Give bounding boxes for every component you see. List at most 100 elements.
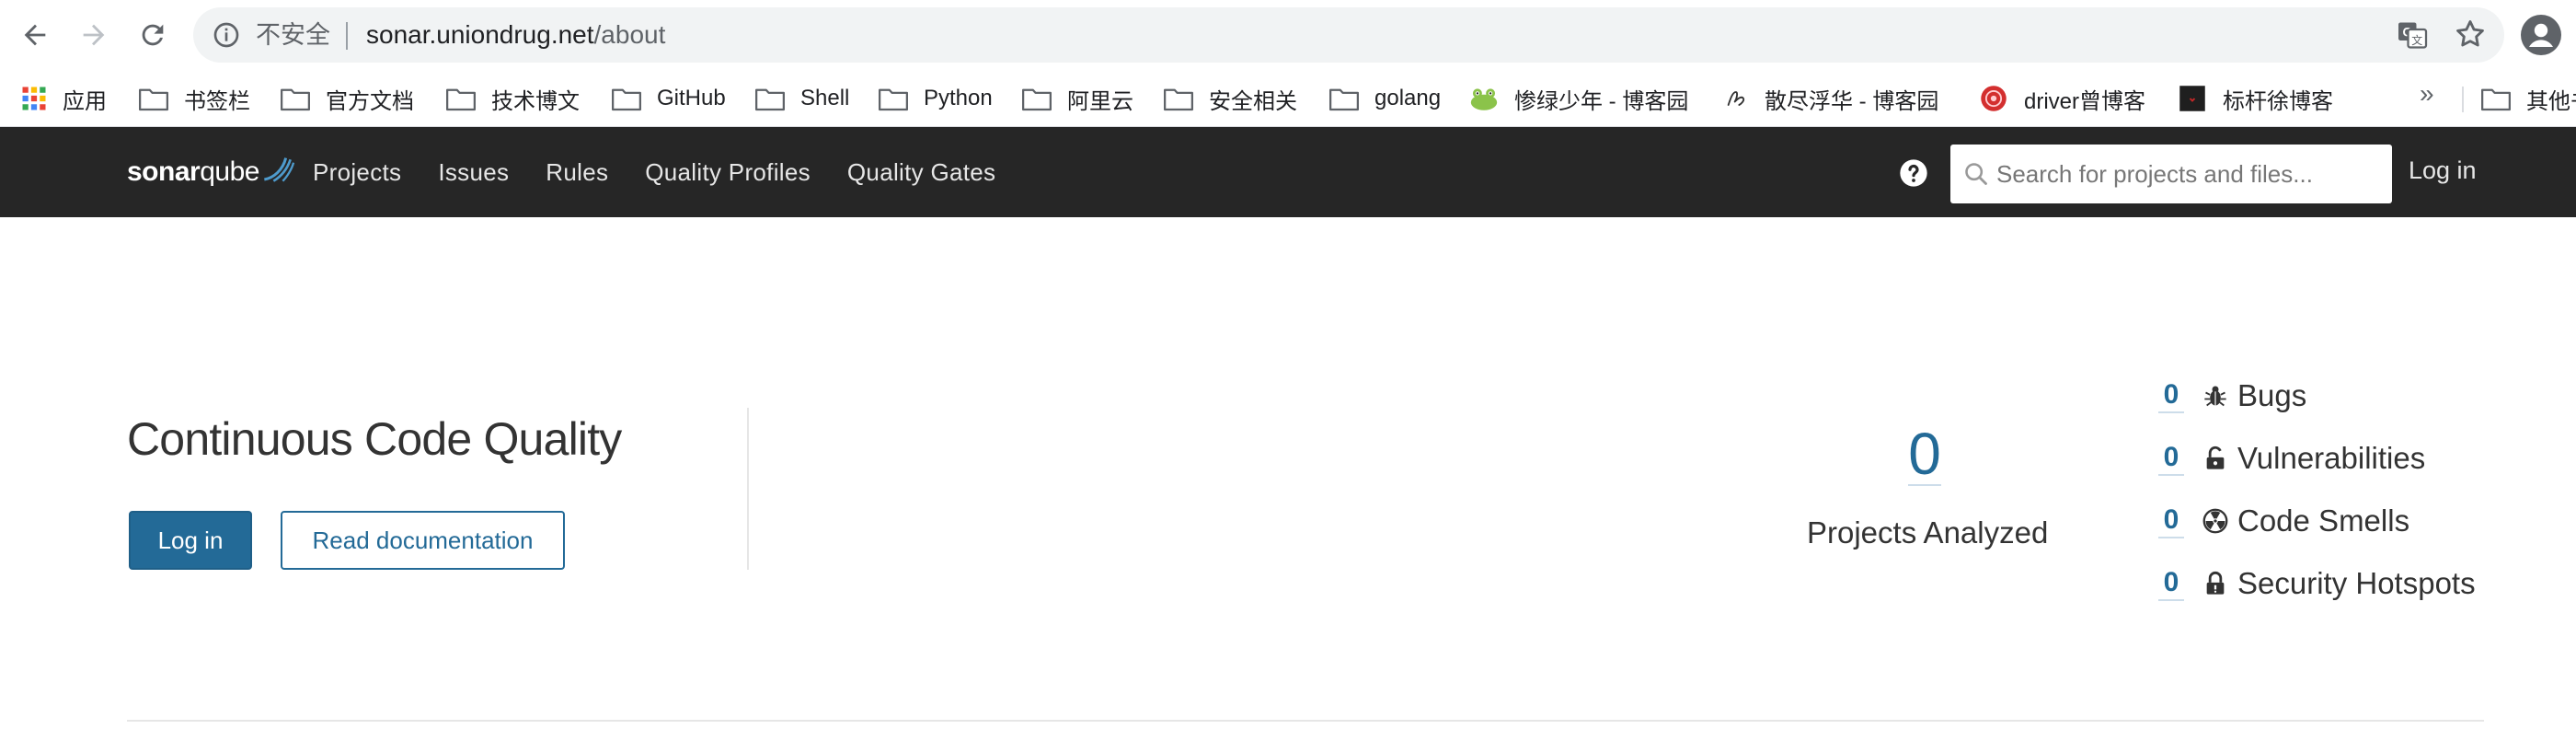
profile-avatar-icon[interactable]	[2519, 13, 2563, 57]
menu-quality-gates[interactable]: Quality Gates	[847, 158, 995, 187]
folder-icon	[2480, 88, 2512, 111]
logo-text-bold: qube	[200, 156, 259, 187]
login-button[interactable]: Log in	[129, 511, 252, 570]
dark-square-favicon	[2179, 86, 2205, 111]
translate-icon[interactable]: G文	[2396, 18, 2429, 52]
code-smells-count[interactable]: 0	[2158, 503, 2184, 538]
menu-projects[interactable]: Projects	[313, 158, 401, 187]
bookmark-site[interactable]: driver曾博客	[1978, 81, 2145, 116]
url-host: sonar.uniondrug.net	[366, 20, 594, 49]
bookmarks-divider	[2462, 87, 2464, 112]
folder-icon	[1021, 88, 1052, 111]
bugs-label: Bugs	[2237, 378, 2307, 412]
bookmarks-overflow-button[interactable]: »	[2420, 79, 2434, 109]
bookmark-label: 阿里云	[1067, 88, 1133, 114]
bookmark-folder[interactable]: 安全相关	[1163, 81, 1297, 116]
address-separator	[346, 22, 348, 50]
bookmark-label: golang	[1374, 86, 1442, 110]
script-favicon	[1727, 91, 1745, 106]
reload-button[interactable]	[131, 13, 175, 57]
search-icon	[1965, 163, 1987, 185]
folder-icon	[1328, 88, 1360, 111]
bookmark-folder[interactable]: 书签栏	[138, 81, 250, 116]
folder-icon	[754, 88, 786, 111]
browser-toolbar: 不安全 sonar.uniondrug.net/about G文	[0, 0, 2576, 70]
bookmark-folder[interactable]: golang	[1328, 81, 1441, 116]
url-path: /about	[593, 20, 666, 49]
bookmark-label: 散尽浮华 - 博客园	[1765, 88, 1939, 114]
back-arrow-icon	[24, 24, 46, 46]
page-title: Continuous Code Quality	[127, 413, 622, 465]
folder-icon	[878, 88, 909, 111]
menu-quality-profiles[interactable]: Quality Profiles	[645, 158, 811, 187]
projects-analyzed-count[interactable]: 0	[1877, 422, 1972, 486]
metric-security-hotspots: 0 Security Hotspots	[2158, 561, 2476, 606]
logo-text-light: sonar	[127, 156, 201, 187]
folder-icon	[138, 88, 169, 111]
security-status[interactable]: 不安全	[256, 21, 330, 49]
count-underline	[1908, 484, 1941, 486]
code-smells-label: Code Smells	[2237, 503, 2410, 538]
vulnerabilities-label: Vulnerabilities	[2237, 441, 2426, 475]
folder-icon	[445, 88, 477, 111]
bug-icon	[2204, 386, 2226, 407]
bookmark-label: 官方文档	[326, 88, 414, 114]
forward-arrow-icon	[83, 24, 105, 46]
help-icon[interactable]	[1899, 158, 1928, 188]
folder-icon	[280, 88, 311, 111]
lock-icon	[2206, 446, 2225, 469]
content-bottom-divider	[127, 720, 2484, 722]
sonar-waves-icon	[263, 157, 295, 182]
bookmark-label: driver曾博客	[2024, 88, 2146, 114]
bookmark-site[interactable]: 标杆徐博客	[2177, 81, 2333, 116]
bookmark-label: 惨绿少年 - 博客园	[1514, 88, 1689, 114]
forward-button[interactable]	[72, 13, 116, 57]
bookmark-site[interactable]: 惨绿少年 - 博客园	[1468, 81, 1688, 116]
bookmark-folder[interactable]: 技术博文	[445, 81, 580, 116]
bookmark-label: 应用	[63, 88, 107, 114]
radiation-icon	[2202, 508, 2228, 534]
read-documentation-button[interactable]: Read documentation	[281, 511, 565, 570]
frog-favicon	[1470, 88, 1498, 110]
menu-rules[interactable]: Rules	[546, 158, 608, 187]
apps-grid-icon	[22, 87, 46, 110]
bookmarks-bar: 应用 书签栏 官方文档 技术博文 GitHub Shell Python 阿里云…	[0, 70, 2576, 127]
menu-issues[interactable]: Issues	[438, 158, 509, 187]
red-seal-favicon	[1981, 86, 2007, 111]
back-button[interactable]	[13, 13, 57, 57]
bookmark-other-folder[interactable]: 其他书签	[2480, 81, 2576, 116]
bookmark-apps[interactable]: 应用	[20, 81, 107, 116]
info-icon[interactable]	[212, 20, 241, 50]
bookmark-folder[interactable]: GitHub	[611, 81, 726, 116]
bookmark-label: Shell	[800, 86, 850, 110]
vulnerabilities-count[interactable]: 0	[2158, 441, 2184, 476]
bookmark-label: 安全相关	[1209, 88, 1297, 114]
security-hotspots-count[interactable]: 0	[2158, 566, 2184, 601]
bookmark-folder[interactable]: 阿里云	[1021, 81, 1133, 116]
bookmark-label: 书签栏	[184, 88, 250, 114]
section-divider	[747, 408, 749, 570]
metric-bugs: 0 Bugs	[2158, 374, 2306, 418]
shield-lock-icon	[2206, 571, 2225, 595]
bookmark-label: GitHub	[657, 86, 726, 110]
bookmark-site[interactable]: 散尽浮华 - 博客园	[1724, 81, 1938, 116]
bugs-count[interactable]: 0	[2158, 378, 2184, 413]
metric-vulnerabilities: 0 Vulnerabilities	[2158, 436, 2425, 480]
bookmark-star-icon[interactable]	[2453, 17, 2488, 52]
main-menu: Projects Issues Rules Quality Profiles Q…	[313, 127, 1032, 217]
global-search[interactable]	[1950, 145, 2392, 203]
sonarqube-logo[interactable]: sonarqube	[127, 149, 298, 195]
svg-text:文: 文	[2411, 33, 2422, 47]
reload-icon	[142, 24, 164, 46]
bookmark-folder[interactable]: 官方文档	[280, 81, 414, 116]
bookmark-folder[interactable]: Shell	[754, 81, 849, 116]
bookmark-folder[interactable]: Python	[878, 81, 993, 116]
url-text[interactable]: sonar.uniondrug.net/about	[366, 21, 665, 49]
bookmark-label: 技术博文	[491, 88, 580, 114]
address-bar[interactable]: 不安全 sonar.uniondrug.net/about G文	[193, 7, 2504, 63]
projects-analyzed-label: Projects Analyzed	[1807, 515, 2049, 550]
security-hotspots-label: Security Hotspots	[2237, 566, 2476, 600]
nav-login-link[interactable]: Log in	[2409, 156, 2477, 185]
search-input[interactable]	[1996, 145, 2383, 203]
folder-icon	[611, 88, 642, 111]
